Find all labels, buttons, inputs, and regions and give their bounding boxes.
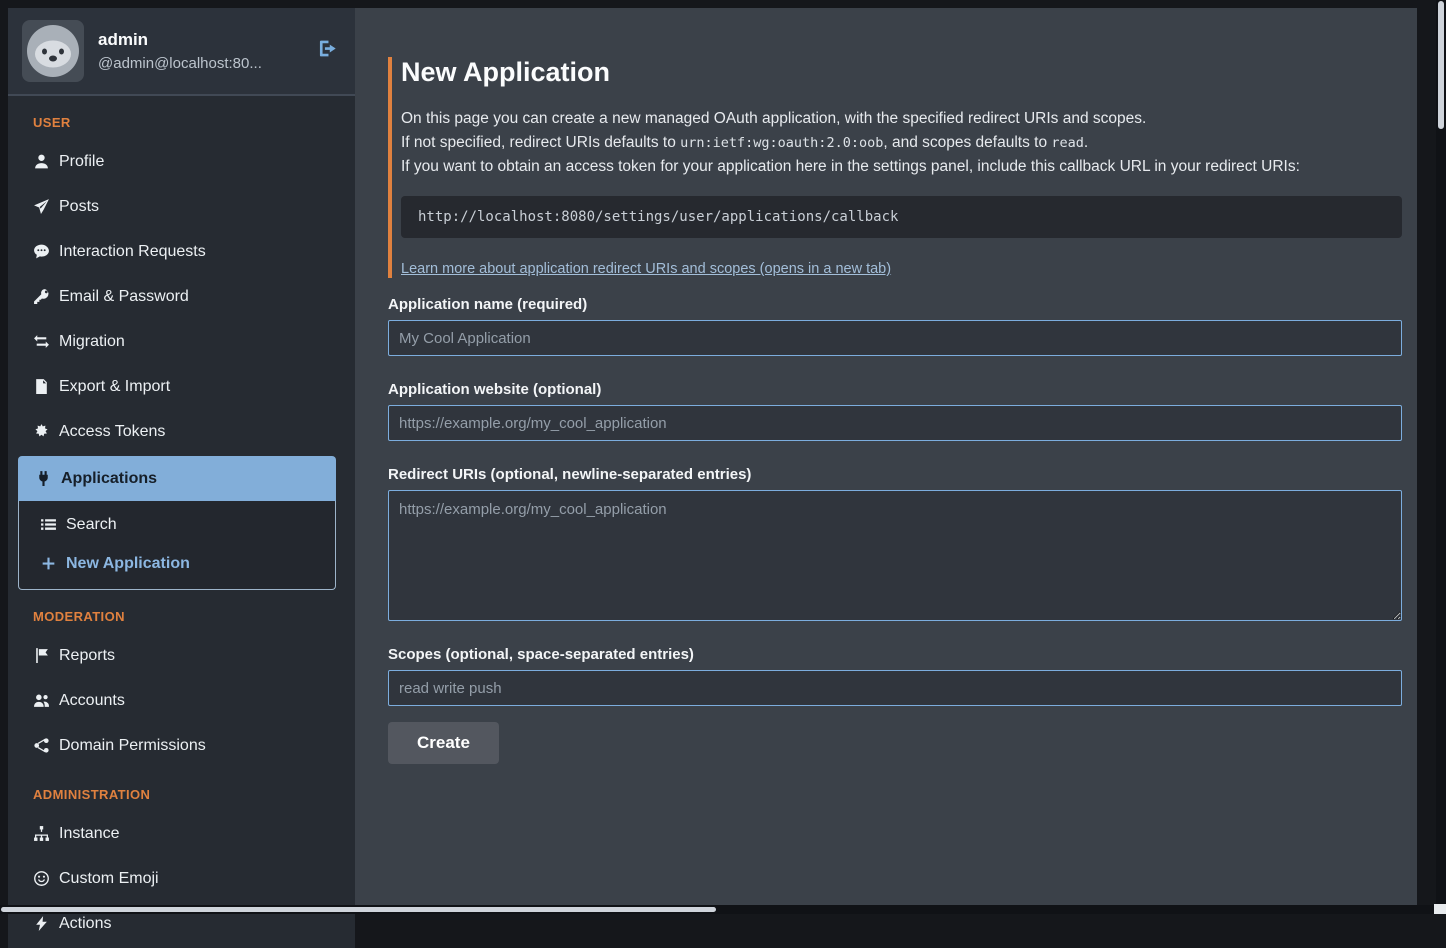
sidebar-item-profile[interactable]: Profile — [8, 139, 355, 184]
sidebar-item-label: Custom Emoji — [59, 869, 159, 888]
submenu-item-label: New Application — [66, 554, 190, 573]
file-icon — [33, 378, 50, 395]
application-name-field: Application name (required) — [388, 296, 1402, 356]
sidebar-item-interaction-requests[interactable]: Interaction Requests — [8, 229, 355, 274]
user-card: admin @admin@localhost:80... — [8, 8, 355, 96]
vertical-scrollbar[interactable] — [1436, 0, 1446, 914]
sidebar-item-label: Posts — [59, 197, 99, 216]
sidebar-item-reports[interactable]: Reports — [8, 633, 355, 678]
scrollbar-corner — [1434, 904, 1446, 914]
bolt-icon — [33, 915, 50, 932]
application-website-label: Application website (optional) — [388, 381, 1402, 398]
sidebar-item-label: Applications — [61, 469, 157, 488]
page-title: New Application — [401, 57, 1402, 88]
sidebar-item-instance[interactable]: Instance — [8, 811, 355, 856]
sidebar-item-label: Accounts — [59, 691, 125, 710]
sidebar-item-label: Instance — [59, 824, 119, 843]
sidebar-item-label: Domain Permissions — [59, 736, 206, 755]
create-button[interactable]: Create — [388, 722, 499, 764]
application-name-label: Application name (required) — [388, 296, 1402, 313]
flag-icon — [33, 647, 50, 664]
user-name: admin — [98, 30, 296, 50]
sidebar-item-label: Reports — [59, 646, 115, 665]
sitemap-icon — [33, 825, 50, 842]
sidebar-item-export-import[interactable]: Export & Import — [8, 364, 355, 409]
user-handle: @admin@localhost:80... — [98, 55, 296, 72]
learn-more-link[interactable]: Learn more about application redirect UR… — [401, 261, 891, 277]
vertical-scrollbar-thumb[interactable] — [1438, 1, 1444, 129]
redirect-uris-label: Redirect URIs (optional, newline-separat… — [388, 466, 1402, 483]
sidebar-item-label: Email & Password — [59, 287, 189, 306]
application-website-field: Application website (optional) — [388, 381, 1402, 441]
horizontal-scrollbar[interactable] — [0, 905, 1446, 914]
intro-line-2-text: If not specified, redirect URIs defaults… — [401, 134, 680, 151]
application-website-input[interactable] — [388, 405, 1402, 441]
sidebar-item-label: Migration — [59, 332, 125, 351]
key-icon — [33, 288, 50, 305]
certificate-icon — [33, 423, 50, 440]
sidebar-item-label: Interaction Requests — [59, 242, 206, 261]
sidebar-item-label: Export & Import — [59, 377, 170, 396]
intro-line-2-text: . — [1084, 134, 1088, 151]
main-panel: New Application On this page you can cre… — [355, 8, 1417, 905]
sidebar-item-domain-permissions[interactable]: Domain Permissions — [8, 723, 355, 768]
sidebar-item-posts[interactable]: Posts — [8, 184, 355, 229]
logout-icon[interactable] — [312, 34, 341, 68]
intro-line-3: If you want to obtain an access token fo… — [401, 155, 1402, 179]
sidebar-item-label: Profile — [59, 152, 104, 171]
submenu-item-label: Search — [66, 515, 117, 534]
redirect-uris-field: Redirect URIs (optional, newline-separat… — [388, 466, 1402, 621]
intro-line-1: On this page you can create a new manage… — [401, 107, 1402, 131]
exchange-arrows-icon — [33, 333, 50, 350]
sidebar-item-access-tokens[interactable]: Access Tokens — [8, 409, 355, 454]
sidebar-item-applications[interactable]: Applications — [18, 456, 336, 501]
paper-plane-icon — [33, 198, 50, 215]
user-icon — [33, 153, 50, 170]
scopes-label: Scopes (optional, space-separated entrie… — [388, 646, 1402, 663]
scopes-field: Scopes (optional, space-separated entrie… — [388, 646, 1402, 706]
sidebar-nav: USER Profile Posts Interaction Requests … — [8, 96, 355, 946]
section-heading-administration: ADMINISTRATION — [8, 768, 355, 811]
user-meta: admin @admin@localhost:80... — [98, 30, 296, 72]
oob-uri-code: urn:ietf:wg:oauth:2.0:oob — [680, 135, 883, 151]
intro-line-2-text: , and scopes defaults to — [883, 134, 1051, 151]
settings-page: admin @admin@localhost:80... USER Profil… — [0, 0, 1446, 906]
avatar — [22, 20, 84, 82]
sidebar-item-label: Access Tokens — [59, 422, 165, 441]
users-icon — [33, 692, 50, 709]
sidebar: admin @admin@localhost:80... USER Profil… — [8, 8, 355, 948]
sidebar-item-accounts[interactable]: Accounts — [8, 678, 355, 723]
new-application-form: Application name (required) Application … — [388, 296, 1402, 764]
sidebar-item-migration[interactable]: Migration — [8, 319, 355, 364]
submenu-item-search[interactable]: Search — [19, 505, 335, 544]
plus-icon — [40, 555, 57, 572]
sidebar-item-email-password[interactable]: Email & Password — [8, 274, 355, 319]
redirect-uris-textarea[interactable] — [388, 490, 1402, 621]
list-icon — [40, 516, 57, 533]
horizontal-scrollbar-thumb[interactable] — [1, 907, 716, 912]
read-scope-code: read — [1051, 135, 1084, 151]
smiley-icon — [33, 870, 50, 887]
share-nodes-icon — [33, 737, 50, 754]
plug-icon — [35, 470, 52, 487]
application-name-input[interactable] — [388, 320, 1402, 356]
applications-submenu: Search New Application — [18, 501, 336, 590]
section-heading-moderation: MODERATION — [8, 590, 355, 633]
scopes-input[interactable] — [388, 670, 1402, 706]
sidebar-item-label: Actions — [59, 914, 111, 933]
comment-icon — [33, 243, 50, 260]
submenu-item-new-application[interactable]: New Application — [19, 544, 335, 583]
section-heading-user: USER — [8, 96, 355, 139]
intro-line-2: If not specified, redirect URIs defaults… — [401, 131, 1402, 155]
callback-url-code-block: http://localhost:8080/settings/user/appl… — [401, 196, 1402, 238]
sidebar-item-custom-emoji[interactable]: Custom Emoji — [8, 856, 355, 901]
page-intro-block: New Application On this page you can cre… — [388, 57, 1402, 278]
